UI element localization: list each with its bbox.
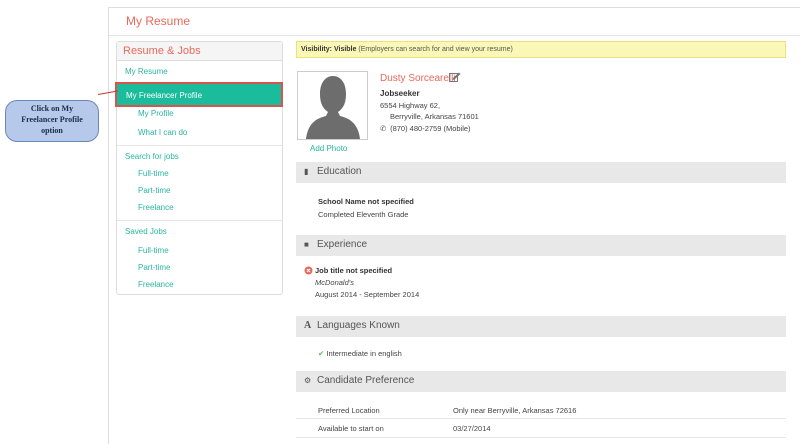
education-school: School Name not specified: [318, 197, 414, 206]
sidebar-item-saved-full-time[interactable]: Full-time: [138, 246, 169, 255]
sidebar-item-search-full-time[interactable]: Full-time: [138, 169, 169, 178]
add-photo-link[interactable]: Add Photo: [310, 144, 347, 153]
callout-line-2: Freelancer Profile: [21, 115, 83, 124]
font-icon: A: [304, 320, 312, 331]
education-section-header[interactable]: ▮ Education: [296, 162, 786, 183]
remove-icon[interactable]: [304, 266, 313, 275]
sidebar-item-saved-part-time[interactable]: Part-time: [138, 263, 170, 272]
sidebar-item-search-part-time[interactable]: Part-time: [138, 186, 170, 195]
sidebar-divider: [117, 145, 282, 146]
address-line-1: 6554 Highway 62,: [380, 101, 441, 110]
title-divider: [109, 35, 800, 36]
candidate-name: Dusty Sorcearelli: [380, 73, 456, 84]
preference-heading: Candidate Preference: [317, 375, 415, 386]
phone-row: ✆ (870) 480-2759 (Mobile): [380, 124, 471, 133]
education-grade: Completed Eleventh Grade: [318, 210, 409, 219]
experience-section-header[interactable]: ■ Experience: [296, 235, 786, 256]
language-label: Intermediate in english: [326, 349, 402, 358]
annotation-callout: Click on My Freelancer Profile option: [5, 100, 99, 142]
preference-divider: [296, 437, 786, 438]
preference-value: Only near Berryville, Arkansas 72616: [453, 406, 577, 415]
sidebar-item-my-freelancer-profile[interactable]: My Freelancer Profile: [115, 82, 283, 107]
languages-section-header[interactable]: A Languages Known: [296, 316, 786, 337]
briefcase-icon: ■: [304, 240, 309, 249]
preference-divider: [296, 418, 786, 419]
education-heading: Education: [317, 166, 362, 177]
page-title: My Resume: [126, 14, 191, 28]
phone-number: (870) 480-2759 (Mobile): [390, 124, 471, 133]
languages-heading: Languages Known: [317, 320, 400, 331]
sidebar-heading: Resume & Jobs: [117, 42, 282, 61]
sidebar: Resume & Jobs: [116, 41, 283, 295]
sidebar-item-search-freelance[interactable]: Freelance: [138, 203, 174, 212]
language-item: ✔ Intermediate in english: [318, 349, 402, 358]
sidebar-divider: [117, 220, 282, 221]
sidebar-item-saved-jobs[interactable]: Saved Jobs: [125, 227, 167, 236]
avatar[interactable]: [297, 71, 368, 140]
callout-line-1: Click on My: [30, 104, 74, 113]
visibility-label: Visibility:: [301, 46, 332, 53]
sidebar-item-what-i-can-do[interactable]: What I can do: [138, 128, 187, 137]
gear-icon: ⚙: [304, 376, 312, 385]
visibility-value[interactable]: Visible: [334, 46, 356, 53]
experience-dates: August 2014 - September 2014: [315, 290, 420, 299]
sidebar-item-my-resume[interactable]: My Resume: [125, 67, 168, 76]
preference-label: Preferred Location: [318, 406, 380, 415]
sidebar-item-saved-freelance[interactable]: Freelance: [138, 280, 174, 289]
check-icon: ✔: [318, 349, 325, 358]
sidebar-item-search-for-jobs[interactable]: Search for jobs: [125, 152, 179, 161]
sidebar-item-my-profile[interactable]: My Profile: [138, 109, 174, 118]
visibility-note: (Employers can search for and view your …: [358, 46, 513, 53]
preference-label: Available to start on: [318, 424, 384, 433]
preference-section-header[interactable]: ⚙ Candidate Preference: [296, 371, 786, 392]
preference-value: 03/27/2014: [453, 424, 491, 433]
candidate-role: Jobseeker: [380, 89, 420, 98]
experience-title: Job title not specified: [315, 266, 393, 275]
address-line-2: Berryville, Arkansas 71601: [390, 112, 479, 121]
experience-heading: Experience: [317, 239, 368, 250]
phone-icon: ✆: [380, 124, 387, 133]
visibility-banner: Visibility: Visible (Employers can searc…: [296, 41, 786, 58]
book-icon: ▮: [304, 167, 309, 176]
edit-icon[interactable]: [449, 72, 461, 82]
experience-company: McDonald's: [315, 278, 354, 287]
avatar-placeholder-icon: [298, 72, 367, 139]
callout-line-3: option: [41, 126, 63, 135]
